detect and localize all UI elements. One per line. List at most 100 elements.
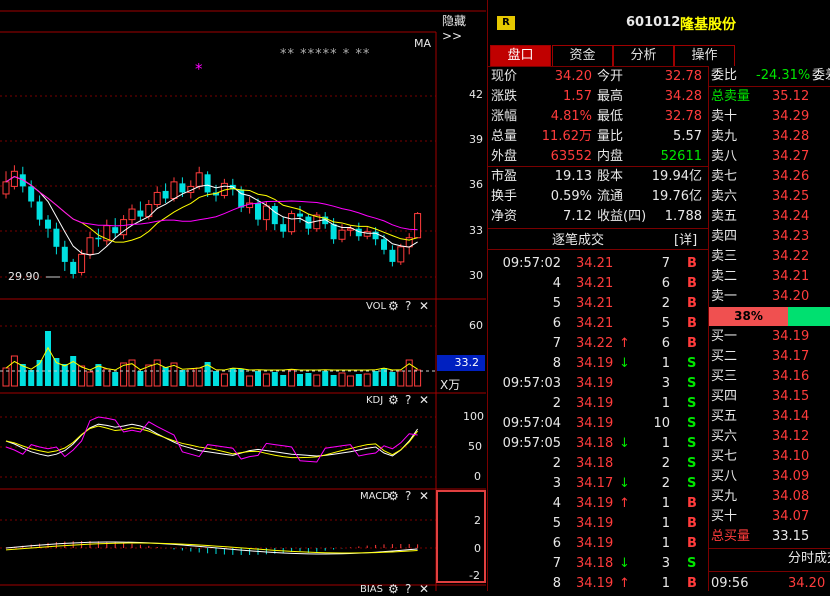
fund-value2: 19.94亿 xyxy=(651,169,702,184)
kline-chart-svg[interactable] xyxy=(0,0,486,591)
volume-bar xyxy=(187,368,195,387)
volume-bar xyxy=(86,371,94,387)
bias-gear-icon[interactable]: ⚙ xyxy=(388,582,399,596)
fund-value2: 1.788 xyxy=(664,209,702,224)
candle-body xyxy=(288,213,296,233)
sell-level-label: 卖五 xyxy=(711,209,738,224)
sell-level-price[interactable]: 34.24 xyxy=(772,207,809,227)
bias-close-icon[interactable]: ✕ xyxy=(419,582,429,596)
candle-body xyxy=(78,253,86,273)
tab-fenxi[interactable]: 分析 xyxy=(613,45,674,66)
tab-caozuo[interactable]: 操作 xyxy=(674,45,735,66)
volume-bar xyxy=(246,375,254,387)
macd-gear-icon[interactable]: ⚙ xyxy=(388,489,399,503)
quote-value2: 32.78 xyxy=(664,69,702,84)
volume-bar xyxy=(78,365,86,387)
tick-time: 7 xyxy=(552,336,561,351)
tick-side: S xyxy=(687,436,697,451)
quote-value2: 34.28 xyxy=(664,89,702,104)
ma-label[interactable]: MA xyxy=(414,37,431,50)
low-price-label: 29.90 xyxy=(8,270,40,283)
candle-body xyxy=(112,227,119,234)
candle-body xyxy=(195,172,203,187)
hide-panel-button[interactable]: 隐藏>> xyxy=(442,12,486,43)
volume-bar xyxy=(389,372,396,386)
kdj-help-icon[interactable]: ? xyxy=(405,393,411,407)
quote-value: 34.20 xyxy=(554,69,592,84)
volume-bar xyxy=(137,371,144,386)
buy-level-price[interactable]: 34.08 xyxy=(772,487,809,507)
macd-close-icon[interactable]: ✕ xyxy=(419,489,429,503)
sell-level-price[interactable]: 34.29 xyxy=(772,107,809,127)
sell-level-price[interactable]: 34.21 xyxy=(772,267,809,287)
tick-volume: 2 xyxy=(661,456,670,471)
candle-body xyxy=(45,219,51,229)
stock-name: 隆基股份 xyxy=(680,17,736,33)
buy-level-price[interactable]: 34.16 xyxy=(772,367,809,387)
sell-level-label: 卖七 xyxy=(711,169,738,184)
tick-price: 34.17 xyxy=(576,476,614,491)
fund-label2: 流通 xyxy=(597,189,624,204)
stock-code: 601012 xyxy=(626,15,681,30)
sell-level-price[interactable]: 34.27 xyxy=(772,147,809,167)
sell-level-price[interactable]: 34.20 xyxy=(772,287,809,307)
buy-level-price[interactable]: 34.07 xyxy=(772,507,809,527)
macd-help-icon[interactable]: ? xyxy=(405,489,411,503)
quote-label2: 最低 xyxy=(597,109,624,124)
tick-volume: 1 xyxy=(661,536,670,551)
sell-level-price[interactable]: 34.25 xyxy=(772,187,809,207)
buy-level-price[interactable]: 34.09 xyxy=(772,467,809,487)
tick-volume: 1 xyxy=(661,436,670,451)
sell-level-price[interactable]: 34.28 xyxy=(772,127,809,147)
sell-level-price[interactable]: 34.26 xyxy=(772,167,809,187)
ma-line xyxy=(5,176,418,256)
down-arrow-icon: ↓ xyxy=(619,476,630,491)
quote-label: 外盘 xyxy=(491,149,518,164)
buy-level-price[interactable]: 34.12 xyxy=(772,427,809,447)
volume-bar xyxy=(28,370,35,386)
tick-side: B xyxy=(687,536,697,551)
buy-level-price[interactable]: 34.14 xyxy=(772,407,809,427)
candle-body xyxy=(70,261,77,274)
buy-level-label: 买十 xyxy=(711,509,738,524)
moving-average-lines xyxy=(5,176,418,256)
tick-volume: 5 xyxy=(661,316,670,331)
quote-label: 涨跌 xyxy=(491,89,518,104)
buy-sell-ratio-bar: 38% xyxy=(709,307,788,326)
ticks-detail-link[interactable]: [详] xyxy=(674,229,697,248)
vol-help-icon[interactable]: ? xyxy=(405,299,411,313)
bias-help-icon[interactable]: ? xyxy=(405,582,411,596)
tab-pankou[interactable]: 盘口 xyxy=(490,45,551,66)
minute-time: 09:56 xyxy=(711,576,749,591)
candle-body xyxy=(397,246,405,263)
tick-side: B xyxy=(687,256,697,271)
macd-tick-neg2: -2 xyxy=(469,569,480,582)
buy-level-price[interactable]: 34.17 xyxy=(772,347,809,367)
vol-tick-60: 60 xyxy=(469,319,483,332)
buy-level-price[interactable]: 34.19 xyxy=(772,327,809,347)
volume-bar xyxy=(338,372,346,387)
kdj-close-icon[interactable]: ✕ xyxy=(419,393,429,407)
tick-side: B xyxy=(687,496,697,511)
chart-area[interactable]: 隐藏>> MA ** ***** * ** * 42 39 36 33 30 2… xyxy=(0,0,486,596)
bias-label: BIAS xyxy=(360,584,383,595)
volume-bar xyxy=(145,364,153,387)
buy-level-price[interactable]: 34.10 xyxy=(772,447,809,467)
buy-level-price[interactable]: 34.15 xyxy=(772,387,809,407)
sell-level-price[interactable]: 34.22 xyxy=(772,247,809,267)
sell-level-price[interactable]: 34.23 xyxy=(772,227,809,247)
quote-label: 涨幅 xyxy=(491,109,518,124)
fund-value: 7.12 xyxy=(563,209,592,224)
tick-volume: 2 xyxy=(661,296,670,311)
column-divider xyxy=(708,66,709,591)
buy-level-label: 买五 xyxy=(711,409,738,424)
vol-gear-icon[interactable]: ⚙ xyxy=(388,299,399,313)
volume-bar xyxy=(305,373,312,386)
macd-tick-0: 0 xyxy=(474,542,481,555)
tab-zijin[interactable]: 资金 xyxy=(552,45,613,66)
quote-value: 63552 xyxy=(550,149,592,164)
kdj-gear-icon[interactable]: ⚙ xyxy=(388,393,399,407)
sell-level-label: 卖二 xyxy=(711,269,738,284)
vol-close-icon[interactable]: ✕ xyxy=(419,299,429,313)
quote-label2: 最高 xyxy=(597,89,624,104)
